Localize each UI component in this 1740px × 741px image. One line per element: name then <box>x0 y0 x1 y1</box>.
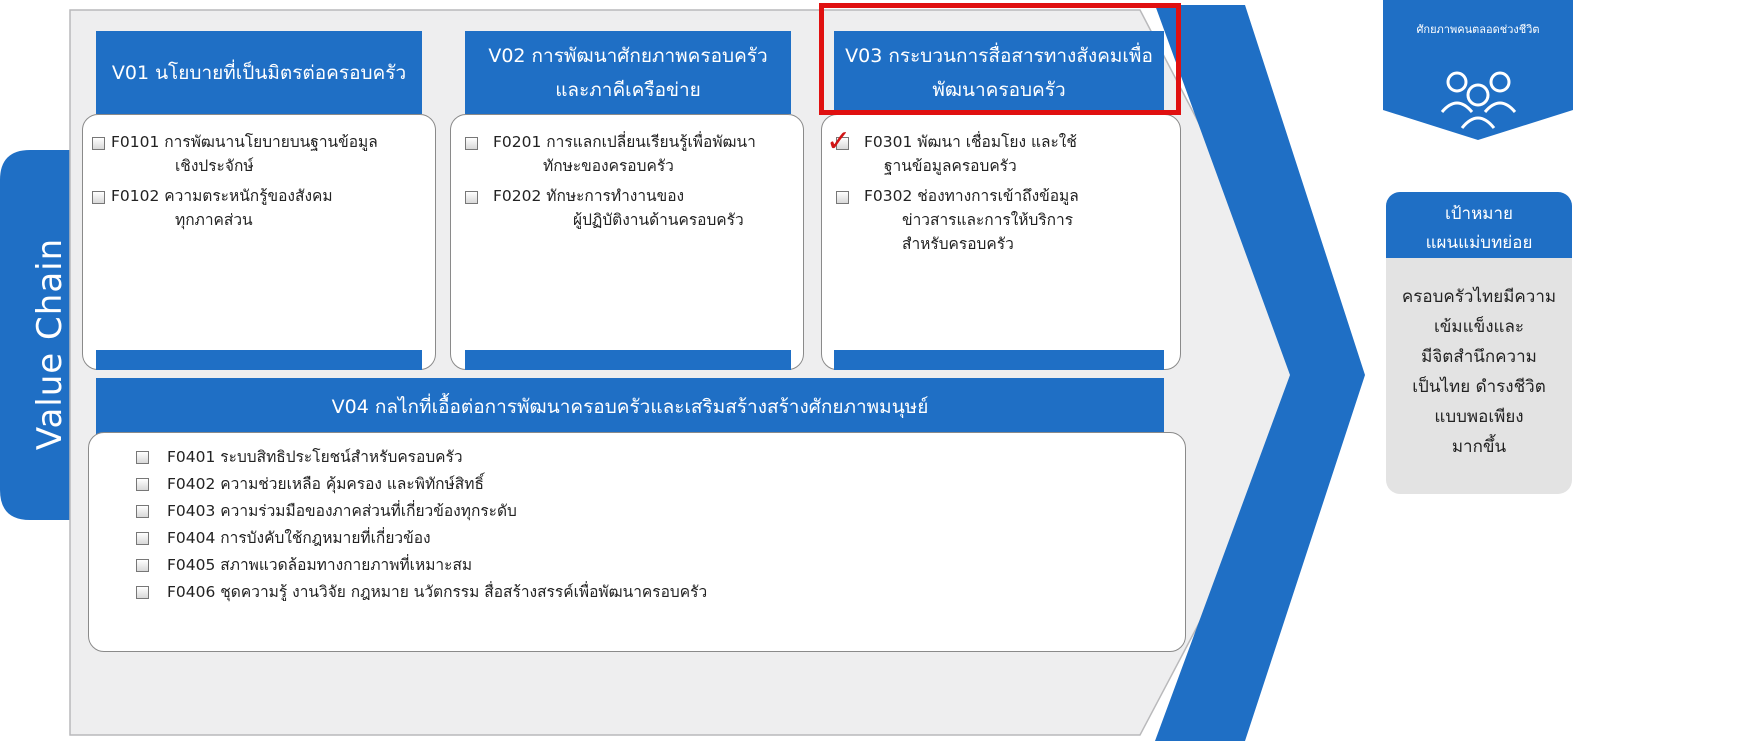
f0405-item: F0405 สภาพแวดล้อมทางกายภาพที่เหมาะสม <box>167 556 473 574</box>
f0201-item: F0201 การแลกเปลี่ยนเรียนรู้เพื่อพัฒนา ทั… <box>493 133 756 175</box>
v04-header: V04 กลไกที่เอื้อต่อการพัฒนาครอบครัวและเส… <box>96 378 1164 436</box>
v01-footer-bar <box>96 350 422 370</box>
v03-box: F0301 พัฒนา เชื่อมโยง และใช้ ฐานข้อมูลคร… <box>821 114 1181 370</box>
v02-footer-bar <box>465 350 791 370</box>
checkmark-icon: ✓ <box>826 124 852 159</box>
checkbox-icon[interactable] <box>92 137 105 150</box>
f0301-item: F0301 พัฒนา เชื่อมโยง และใช้ ฐานข้อมูลคร… <box>864 133 1077 175</box>
highlight-frame <box>819 3 1181 115</box>
v02-header: V02 การพัฒนาศักยภาพครอบครัว และภาคีเครือ… <box>465 31 791 114</box>
f0102-item: F0102 ความตระหนักรู้ของสังคม ทุกภาคส่วน <box>111 187 333 229</box>
checkbox-icon[interactable] <box>836 191 849 204</box>
checkbox-icon[interactable] <box>136 451 149 464</box>
v01-header: V01 นโยบายที่เป็นมิตรต่อครอบครัว <box>96 31 422 114</box>
checkbox-icon[interactable] <box>136 559 149 572</box>
checkbox-icon[interactable] <box>136 532 149 545</box>
checkbox-icon[interactable] <box>136 478 149 491</box>
checkbox-icon[interactable] <box>136 586 149 599</box>
f0404-item: F0404 การบังคับใช้กฎหมายที่เกี่ยวข้อง <box>167 529 431 547</box>
f0406-item: F0406 ชุดความรู้ งานวิจัย กฎหมาย นวัตกรร… <box>167 583 708 601</box>
v03-footer-bar <box>834 350 1164 370</box>
checkbox-icon[interactable] <box>136 505 149 518</box>
checkbox-icon[interactable] <box>465 191 478 204</box>
f0302-item: F0302 ช่องทางการเข้าถึงข้อมูล ข่าวสารและ… <box>864 187 1079 253</box>
f0202-item: F0202 ทักษะการทำงานของ ผู้ปฏิบัติงานด้าน… <box>493 187 744 229</box>
v04-box: F0401 ระบบสิทธิประโยชน์สำหรับครอบครัว F0… <box>88 432 1186 652</box>
f0403-item: F0403 ความร่วมมือของภาคส่วนที่เกี่ยวข้อง… <box>167 502 517 520</box>
checkbox-icon[interactable] <box>465 137 478 150</box>
value-chain-label: Value Chain <box>30 237 70 451</box>
f0401-item: F0401 ระบบสิทธิประโยชน์สำหรับครอบครัว <box>167 448 463 466</box>
f0101-item: F0101 การพัฒนานโยบายบนฐานข้อมูล เชิงประจ… <box>111 133 378 175</box>
goal-title: เป้าหมาย แผนแม่บทย่อย <box>1386 192 1572 266</box>
goal-body: ครอบครัวไทยมีความ เข้มแข็งและ มีจิตสำนึก… <box>1386 258 1572 494</box>
v01-box: F0101 การพัฒนานโยบายบนฐานข้อมูล เชิงประจ… <box>82 114 436 370</box>
checkbox-icon[interactable] <box>92 191 105 204</box>
f0402-item: F0402 ความช่วยเหลือ คุ้มครอง และพิทักษ์ส… <box>167 475 484 493</box>
hexagon-caption: ศักยภาพคนตลอดช่วงชีวิต <box>1416 23 1540 36</box>
v02-box: F0201 การแลกเปลี่ยนเรียนรู้เพื่อพัฒนา ทั… <box>450 114 804 370</box>
